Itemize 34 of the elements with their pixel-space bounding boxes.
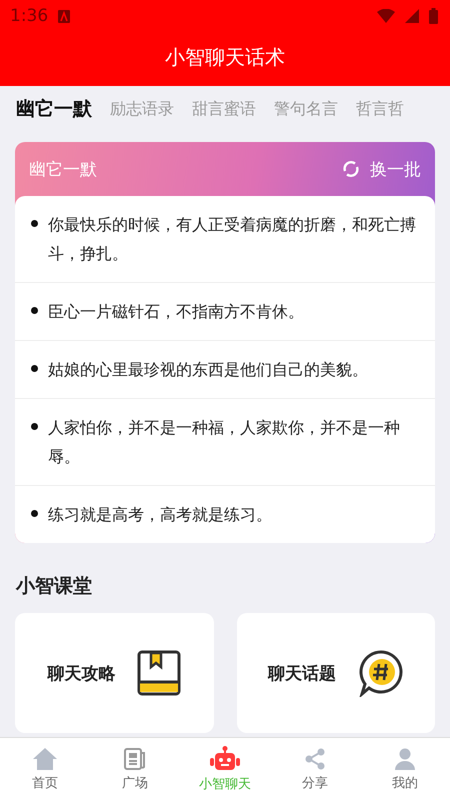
feature-tile[interactable]: 聊天攻略 <box>15 613 214 733</box>
quote-text: 姑娘的心里最珍视的东西是他们自己的美貌。 <box>48 359 368 381</box>
card-title: 幽它一默 <box>29 158 97 180</box>
quote-text: 人家怕你，并不是一种福，人家欺你，并不是一种辱。 <box>48 417 401 468</box>
quote-text: 你最快乐的时候，有人正受着病魔的折磨，和死亡搏斗，挣扎。 <box>48 214 417 265</box>
status-time: 1:36 <box>10 6 48 26</box>
wifi-icon <box>377 9 395 23</box>
user-icon <box>393 746 417 770</box>
nav-tab[interactable]: 分享 <box>270 738 360 800</box>
feature-tile[interactable]: 聊天话题 <box>236 613 435 733</box>
quote-text: 臣心一片磁针石，不指南方不肯休。 <box>48 301 304 323</box>
hashtag-chat-icon <box>358 649 404 697</box>
bullet-icon <box>31 220 38 227</box>
newspaper-icon <box>123 746 147 770</box>
nav-tab[interactable]: 我的 <box>360 738 450 800</box>
home-icon <box>32 746 58 770</box>
nav-tab[interactable]: 首页 <box>0 738 90 800</box>
refresh-icon <box>342 160 360 178</box>
section-title: 小智课堂 <box>16 574 93 599</box>
notification-icon <box>58 10 70 22</box>
bullet-icon <box>31 365 38 372</box>
robot-icon <box>209 746 241 772</box>
app-title: 小智聊天话术 <box>164 44 286 70</box>
nav-tab[interactable]: 广场 <box>90 738 180 800</box>
signal-icon <box>405 9 419 23</box>
category-tab[interactable]: 幽它一默 <box>16 96 92 122</box>
refresh-button[interactable]: 换一批 <box>342 158 421 180</box>
bullet-icon <box>31 510 38 517</box>
battery-icon <box>429 8 438 24</box>
bullet-icon <box>31 307 38 314</box>
share-icon <box>303 746 327 770</box>
bullet-icon <box>31 423 38 430</box>
book-icon <box>137 650 182 696</box>
quote-text: 练习就是高考，高考就是练习。 <box>48 504 272 526</box>
